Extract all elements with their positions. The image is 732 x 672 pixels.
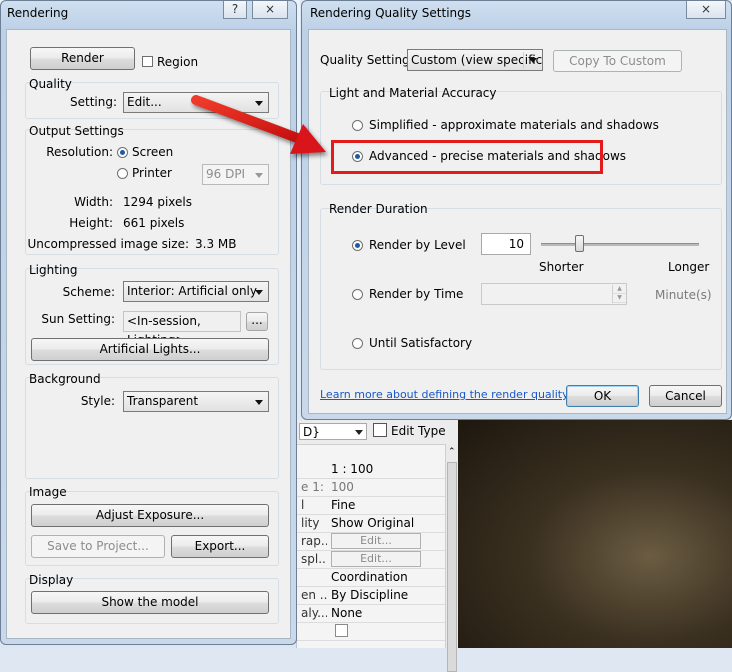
annotation-arrow-icon <box>191 95 326 154</box>
